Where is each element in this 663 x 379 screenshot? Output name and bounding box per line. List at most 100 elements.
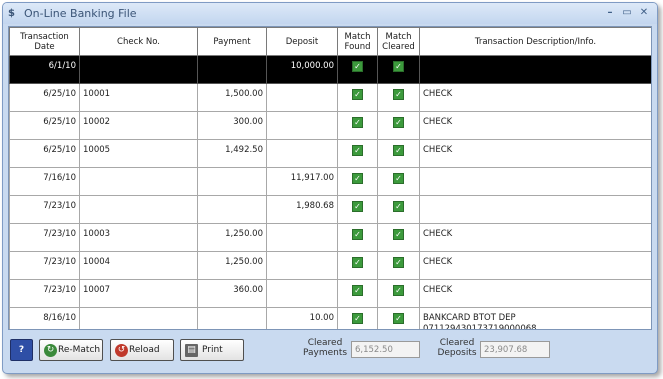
match-found-cell: ✓ (337, 279, 378, 308)
payment-cell (197, 55, 267, 84)
table-row[interactable]: 6/25/10 10005 1,492.50 ✓ ✓ CHECK (9, 139, 651, 168)
checkbox-checked-icon[interactable]: ✓ (352, 257, 363, 268)
payment-cell: 1,250.00 (197, 223, 267, 252)
checkbox-checked-icon[interactable]: ✓ (393, 61, 404, 72)
table-row[interactable]: 7/16/10 11,917.00 ✓ ✓ (9, 167, 651, 196)
deposit-cell (266, 251, 338, 280)
date-cell: 7/23/10 (9, 251, 80, 280)
payment-cell (197, 167, 267, 196)
checkbox-checked-icon[interactable]: ✓ (393, 257, 404, 268)
print-button[interactable]: ▤ Print (180, 339, 244, 361)
description-cell: CHECK (419, 279, 651, 308)
payment-cell (197, 307, 267, 329)
deposit-cell: 10.00 (266, 307, 338, 329)
help-button[interactable]: ? (10, 339, 33, 361)
check-number-cell: 10005 (79, 139, 198, 168)
maximize-button[interactable]: ▭ (620, 6, 634, 20)
payment-cell: 360.00 (197, 279, 267, 308)
description-cell: CHECK (419, 111, 651, 140)
check-number-cell (79, 307, 198, 329)
check-number-cell (79, 55, 198, 84)
table-row[interactable]: 8/16/10 10.00 ✓ ✓ BANKCARD BTOT DEP 071129430… (9, 307, 651, 329)
checkbox-checked-icon[interactable]: ✓ (393, 201, 404, 212)
column-header[interactable]: Check No. (79, 27, 198, 56)
description-line1: CHECK (423, 229, 453, 239)
checkbox-checked-icon[interactable]: ✓ (352, 145, 363, 156)
description-cell (419, 55, 651, 84)
checkbox-checked-icon[interactable]: ✓ (352, 229, 363, 240)
checkbox-checked-icon[interactable]: ✓ (393, 173, 404, 184)
table-row[interactable]: 7/23/10 10003 1,250.00 ✓ ✓ CHECK (9, 223, 651, 252)
reload-label: Reload (129, 345, 160, 355)
match-found-cell: ✓ (337, 139, 378, 168)
description-cell (419, 167, 651, 196)
table-row[interactable]: 7/23/10 10004 1,250.00 ✓ ✓ CHECK (9, 251, 651, 280)
checkbox-checked-icon[interactable]: ✓ (393, 229, 404, 240)
table-row[interactable]: 7/23/10 10007 360.00 ✓ ✓ CHECK (9, 279, 651, 308)
checkbox-checked-icon[interactable]: ✓ (352, 313, 363, 324)
match-found-cell: ✓ (337, 251, 378, 280)
description-line1: CHECK (423, 89, 453, 99)
deposit-cell: 11,917.00 (266, 167, 338, 196)
date-cell: 7/23/10 (9, 279, 80, 308)
rematch-button[interactable]: ↻ Re-Match (39, 339, 103, 361)
bottom-toolbar: ? ↻ Re-Match ↺ Reload ▤ Print Cleared Pa… (3, 329, 657, 373)
column-header[interactable]: Transaction Description/Info. (419, 27, 651, 56)
column-header[interactable]: Match Found (337, 27, 378, 56)
table-row[interactable]: 7/23/10 1,980.68 ✓ ✓ (9, 195, 651, 224)
match-cleared-cell: ✓ (377, 223, 420, 252)
cleared-payments-field: 6,152.50 (351, 341, 420, 358)
date-cell: 6/25/10 (9, 83, 80, 112)
column-header[interactable]: Match Cleared (377, 27, 420, 56)
checkbox-checked-icon[interactable]: ✓ (393, 285, 404, 296)
cleared-deposits-field: 23,907.68 (480, 341, 550, 358)
date-cell: 6/25/10 (9, 139, 80, 168)
description-cell: CHECK (419, 139, 651, 168)
reload-button[interactable]: ↺ Reload (110, 339, 174, 361)
match-cleared-cell: ✓ (377, 307, 420, 329)
checkbox-checked-icon[interactable]: ✓ (352, 285, 363, 296)
deposit-cell: 1,980.68 (266, 195, 338, 224)
match-found-cell: ✓ (337, 223, 378, 252)
description-cell (419, 195, 651, 224)
check-number-cell: 10007 (79, 279, 198, 308)
checkbox-checked-icon[interactable]: ✓ (393, 313, 404, 324)
date-cell: 6/1/10 (9, 55, 80, 84)
app-icon: $ (8, 8, 15, 19)
deposit-cell (266, 223, 338, 252)
printer-icon: ▤ (185, 344, 198, 357)
payment-cell: 1,250.00 (197, 251, 267, 280)
transaction-grid[interactable]: Transaction Date Check No. Payment Deposit M… (8, 26, 652, 330)
close-button[interactable]: ✕ (637, 6, 651, 20)
checkbox-checked-icon[interactable]: ✓ (393, 145, 404, 156)
minimize-button[interactable]: – (603, 6, 617, 20)
checkbox-checked-icon[interactable]: ✓ (352, 173, 363, 184)
date-cell: 7/23/10 (9, 195, 80, 224)
date-cell: 8/16/10 (9, 307, 80, 329)
cleared-payments-label: Cleared Payments (302, 338, 348, 358)
checkbox-checked-icon[interactable]: ✓ (352, 117, 363, 128)
match-cleared-cell: ✓ (377, 111, 420, 140)
check-number-cell: 10002 (79, 111, 198, 140)
column-header[interactable]: Transaction Date (9, 27, 80, 56)
table-row[interactable]: 6/25/10 10001 1,500.00 ✓ ✓ CHECK (9, 83, 651, 112)
checkbox-checked-icon[interactable]: ✓ (352, 89, 363, 100)
match-found-cell: ✓ (337, 307, 378, 329)
column-header[interactable]: Deposit (266, 27, 338, 56)
description-line1: CHECK (423, 257, 453, 267)
checkbox-checked-icon[interactable]: ✓ (352, 201, 363, 212)
date-cell: 7/16/10 (9, 167, 80, 196)
description-cell: CHECK (419, 83, 651, 112)
payment-cell (197, 195, 267, 224)
checkbox-checked-icon[interactable]: ✓ (393, 117, 404, 128)
grid-header-row: Transaction Date Check No. Payment Deposit M… (9, 27, 651, 56)
checkbox-checked-icon[interactable]: ✓ (352, 61, 363, 72)
match-cleared-cell: ✓ (377, 83, 420, 112)
check-number-cell (79, 167, 198, 196)
column-header[interactable]: Payment (197, 27, 267, 56)
checkbox-checked-icon[interactable]: ✓ (393, 89, 404, 100)
table-row[interactable]: 6/1/10 10,000.00 ✓ ✓ (9, 55, 651, 84)
table-row[interactable]: 6/25/10 10002 300.00 ✓ ✓ CHECK (9, 111, 651, 140)
cleared-payments-label-line1: Cleared (307, 338, 343, 348)
date-cell: 6/25/10 (9, 111, 80, 140)
